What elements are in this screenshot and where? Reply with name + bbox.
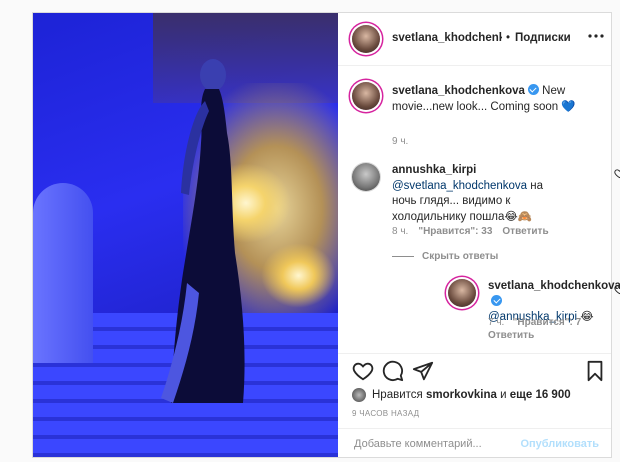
- post-photo[interactable]: [33, 13, 338, 457]
- add-comment-bar: Опубликовать: [338, 428, 611, 458]
- comment-time: 8 ч.: [392, 226, 409, 237]
- photo-banister: [33, 183, 93, 363]
- more-horizontal-icon[interactable]: [586, 26, 606, 46]
- comment-like-heart-icon[interactable]: [614, 168, 620, 179]
- reply-time: 7 ч.: [488, 317, 505, 328]
- reply-reply-button[interactable]: Ответить: [488, 330, 534, 341]
- author-avatar[interactable]: [352, 25, 380, 53]
- comment-username[interactable]: annushka_kirpi: [392, 163, 570, 179]
- reply-avatar[interactable]: [448, 279, 476, 307]
- likes-prefix: Нравится: [372, 389, 423, 401]
- photo-chandelier-lower: [261, 243, 336, 308]
- likes-summary: Нравится smorkovkina и еще 16 900: [338, 385, 611, 405]
- caption-time: 9 ч.: [392, 136, 409, 147]
- replies-line: [392, 256, 414, 257]
- comment-icon[interactable]: [382, 360, 404, 382]
- verified-badge-icon: [527, 84, 539, 95]
- publish-button[interactable]: Опубликовать: [520, 438, 599, 450]
- heart-icon[interactable]: [352, 360, 374, 382]
- comment-likes-count[interactable]: "Нравится": 33: [418, 226, 492, 237]
- action-bar: [338, 353, 611, 384]
- reply-username[interactable]: svetlana_khodchenkova: [488, 280, 620, 292]
- comment-reply-button[interactable]: Ответить: [502, 226, 548, 237]
- header-separator: •: [506, 32, 511, 44]
- verified-badge-icon: [491, 294, 502, 306]
- reply-like-heart-icon[interactable]: [614, 284, 620, 295]
- posted-timestamp[interactable]: 9 ЧАСОВ НАЗАД: [352, 409, 419, 418]
- liker-avatar[interactable]: [352, 388, 366, 402]
- caption-avatar[interactable]: [352, 82, 380, 110]
- share-icon[interactable]: [412, 360, 434, 382]
- post-header: svetlana_khodchenkov • Подписки: [338, 13, 611, 66]
- comment: annushka_kirpi @svetlana_khodchenkova на…: [392, 163, 570, 225]
- reply-likes-count[interactable]: "Нравится": 7: [513, 317, 582, 328]
- reply-username-row: svetlana_khodchenkova: [488, 279, 620, 310]
- liker-username[interactable]: smorkovkina: [426, 389, 497, 401]
- photo-woman-figure: [161, 59, 245, 403]
- comment-avatar[interactable]: [352, 163, 380, 191]
- comment-meta: 8 ч. "Нравится": 33 Ответить: [392, 226, 549, 237]
- bookmark-icon[interactable]: [584, 360, 606, 382]
- hide-replies-label[interactable]: Скрыть ответы: [422, 251, 498, 262]
- comment-input[interactable]: [352, 436, 521, 451]
- reply-meta: 7 ч. "Нравится": 7 Ответить: [488, 316, 598, 342]
- post-card: svetlana_khodchenkov • Подписки svetlana…: [32, 12, 620, 458]
- author-username[interactable]: svetlana_khodchenkov: [392, 32, 502, 44]
- caption-username[interactable]: svetlana_khodchenkova: [392, 85, 525, 97]
- hide-replies-toggle[interactable]: Скрыть ответы: [392, 251, 498, 262]
- comment-mention[interactable]: @svetlana_khodchenkova: [392, 180, 527, 192]
- following-button[interactable]: Подписки: [515, 32, 571, 44]
- likes-middle: и: [500, 389, 507, 401]
- likes-others[interactable]: еще 16 900: [510, 389, 571, 401]
- caption: svetlana_khodchenkova New movie...new lo…: [392, 83, 592, 115]
- comments-section: svetlana_khodchenkova New movie...new lo…: [338, 66, 620, 352]
